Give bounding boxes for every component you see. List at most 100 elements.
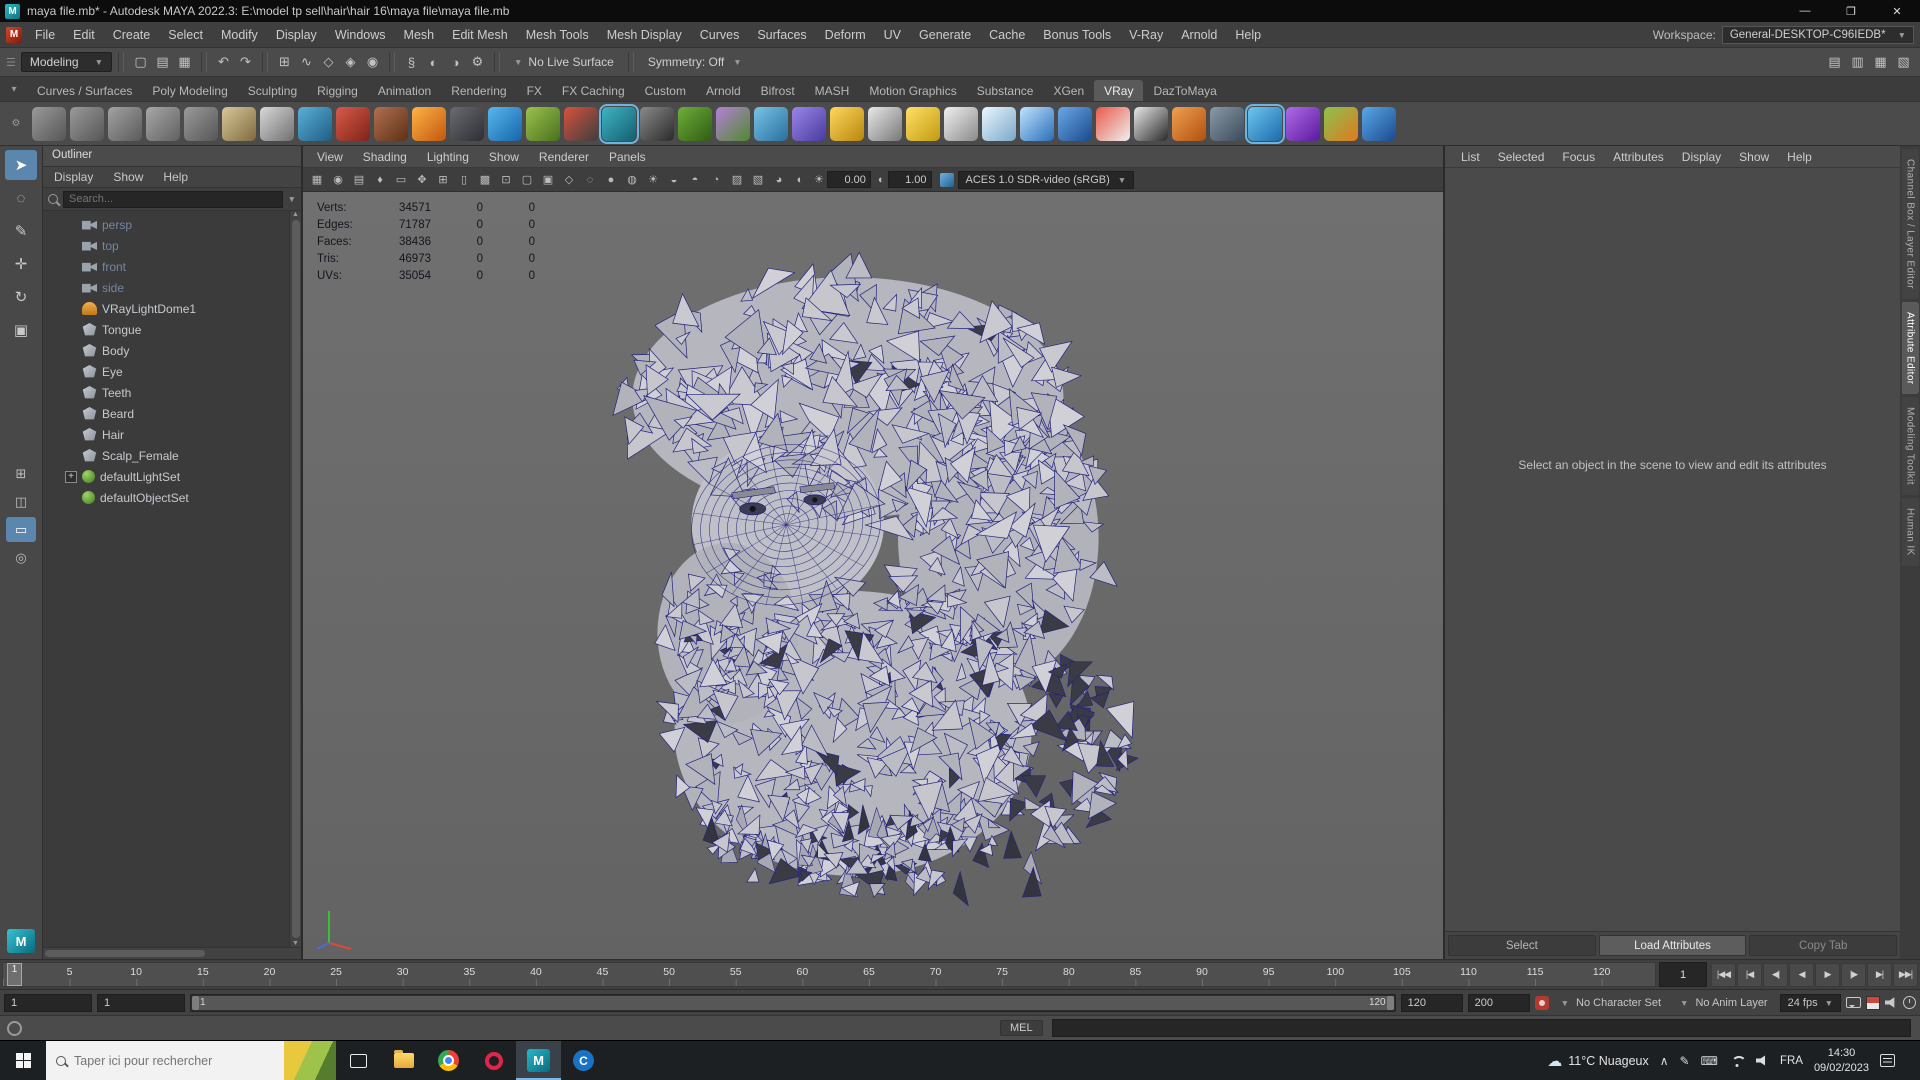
ambient-occlusion-icon[interactable]: ◓ [685,170,705,190]
purple-ball-icon[interactable] [1286,107,1320,141]
pen-icon[interactable]: ✎ [1680,1054,1690,1068]
expand-icon[interactable] [65,387,77,399]
volume-icon[interactable] [1756,1055,1769,1067]
attribute-editor-menu-item[interactable]: Help [1779,150,1820,164]
attribute-editor-menu-item[interactable]: Focus [1554,150,1603,164]
attribute-editor-menu-item[interactable]: Attributes [1605,150,1672,164]
chrome-button[interactable] [426,1041,471,1080]
statusline-grip-icon[interactable]: ☰ [6,56,16,69]
taskbar-search[interactable] [46,1041,336,1080]
field-chart-icon[interactable]: ▢ [517,170,537,190]
save-scene-icon[interactable]: ▦ [174,52,195,73]
expand-icon[interactable] [65,471,77,483]
red-column-icon[interactable] [1096,107,1130,141]
pencil-curve-tool-icon[interactable] [146,107,180,141]
outliner-item[interactable]: Eye [43,361,289,382]
expand-icon[interactable] [65,324,77,336]
shelf-menu-icon[interactable]: ▾ [2,84,26,95]
shelf-gear-icon[interactable]: ⚙ [4,118,28,129]
maya-button[interactable]: M [516,1041,561,1080]
grid-toggle-icon[interactable]: ⊞ [433,170,453,190]
outliner-menu-item[interactable]: Help [154,168,197,186]
range-end-handle[interactable] [1387,996,1394,1010]
viewport-menu-item[interactable]: Show [479,150,529,164]
redo-icon[interactable]: ↷ [235,52,256,73]
lighting-toggle-icon[interactable]: ☀ [643,170,663,190]
animation-start-field[interactable] [4,994,92,1012]
menu-item[interactable]: V-Ray [1120,22,1172,48]
play-forwards-button[interactable]: ▶ [1815,963,1840,987]
step-back-key-button[interactable]: ◀| [1763,963,1788,987]
play-backwards-button[interactable]: ◀ [1789,963,1814,987]
shelf-tab[interactable]: MASH [805,80,860,101]
shelf-tab[interactable]: XGen [1043,80,1094,101]
shelf-tab[interactable]: FX [517,80,552,101]
attribute-editor-menu-item[interactable]: Selected [1490,150,1553,164]
exposure-input[interactable] [827,171,871,188]
menu-item[interactable]: Mesh Tools [517,22,598,48]
menu-item[interactable]: Generate [910,22,980,48]
camera-attributes-icon[interactable]: ▤ [349,170,369,190]
attribute-editor-button[interactable]: Copy Tab [1749,935,1897,956]
scroll-up-icon[interactable]: ▲ [292,211,299,218]
yellow-sphere-icon[interactable] [906,107,940,141]
weather-widget[interactable]: ☁ 11°C Nuageux [1547,1052,1649,1070]
new-scene-icon[interactable]: ▢ [130,52,151,73]
outliner-item[interactable]: side [43,277,289,298]
expand-icon[interactable] [65,219,77,231]
expand-icon[interactable] [65,366,77,378]
menu-item[interactable]: Create [104,22,160,48]
render-settings-icon[interactable]: ⚙ [467,52,488,73]
start-button[interactable] [0,1041,46,1080]
single-pane-layout-icon[interactable]: ▭ [6,517,36,542]
red-sphere-icon[interactable] [336,107,370,141]
outliner-horizontal-scrollbar[interactable] [43,947,301,959]
zoom-tool-icon[interactable]: ◎ [6,545,36,570]
outliner-item[interactable]: defaultLightSet [43,466,289,487]
side-tab[interactable]: Human IK [1902,498,1919,566]
move-tool-icon[interactable]: ✛ [5,249,37,279]
shelf-tab[interactable]: Rendering [441,80,516,101]
symmetry-dropdown[interactable]: Symmetry: Off ▼ [640,55,750,69]
outliner-item[interactable]: Teeth [43,382,289,403]
gradient-panel-icon[interactable] [1020,107,1054,141]
checker-ball-icon[interactable] [640,107,674,141]
water-drop-icon[interactable] [488,107,522,141]
shelf-tab[interactable]: Substance [967,80,1044,101]
task-view-button[interactable] [336,1041,381,1080]
bookmark-icon[interactable]: ♦ [370,170,390,190]
cache-toggle-icon[interactable] [1866,996,1880,1010]
range-start-handle[interactable] [192,996,199,1010]
shelf-tab[interactable]: FX Caching [552,80,635,101]
scrollbar-thumb[interactable] [45,950,205,957]
outliner-item[interactable]: Beard [43,403,289,424]
shelf-tab[interactable]: Animation [368,80,441,101]
playback-speed-icon[interactable] [1903,996,1916,1009]
outliner-item[interactable]: persp [43,214,289,235]
taskbar-search-input[interactable] [74,1054,276,1068]
snap-plane-icon[interactable]: ◈ [340,52,361,73]
expand-icon[interactable] [65,303,77,315]
glossy-sphere-icon[interactable] [1058,107,1092,141]
c-app-button[interactable]: C [561,1041,606,1080]
outliner-search-input[interactable] [63,191,283,208]
exposure-icon[interactable]: ☀ [814,173,824,186]
minimize-button[interactable]: — [1782,0,1828,22]
shadows-toggle-icon[interactable]: ◒ [664,170,684,190]
outliner-item[interactable]: VRayLightDome1 [43,298,289,319]
shaded-mode-icon[interactable]: ● [601,170,621,190]
menu-item[interactable]: Select [159,22,212,48]
menu-item[interactable]: File [26,22,64,48]
animation-end-field[interactable] [1468,994,1530,1012]
notification-center-icon[interactable] [1880,1054,1895,1067]
grass-icon[interactable] [678,107,712,141]
auto-keyframe-icon[interactable] [1535,996,1549,1010]
magnet-checker-icon[interactable] [1134,107,1168,141]
vray-ring-icon[interactable] [602,107,636,141]
viewport-menu-item[interactable]: View [307,150,353,164]
cone-icon[interactable] [944,107,978,141]
notes-icon[interactable] [222,107,256,141]
outliner-item[interactable]: Scalp_Female [43,445,289,466]
attribute-editor-button[interactable]: Load Attributes [1599,935,1747,956]
orange-box-icon[interactable] [1172,107,1206,141]
